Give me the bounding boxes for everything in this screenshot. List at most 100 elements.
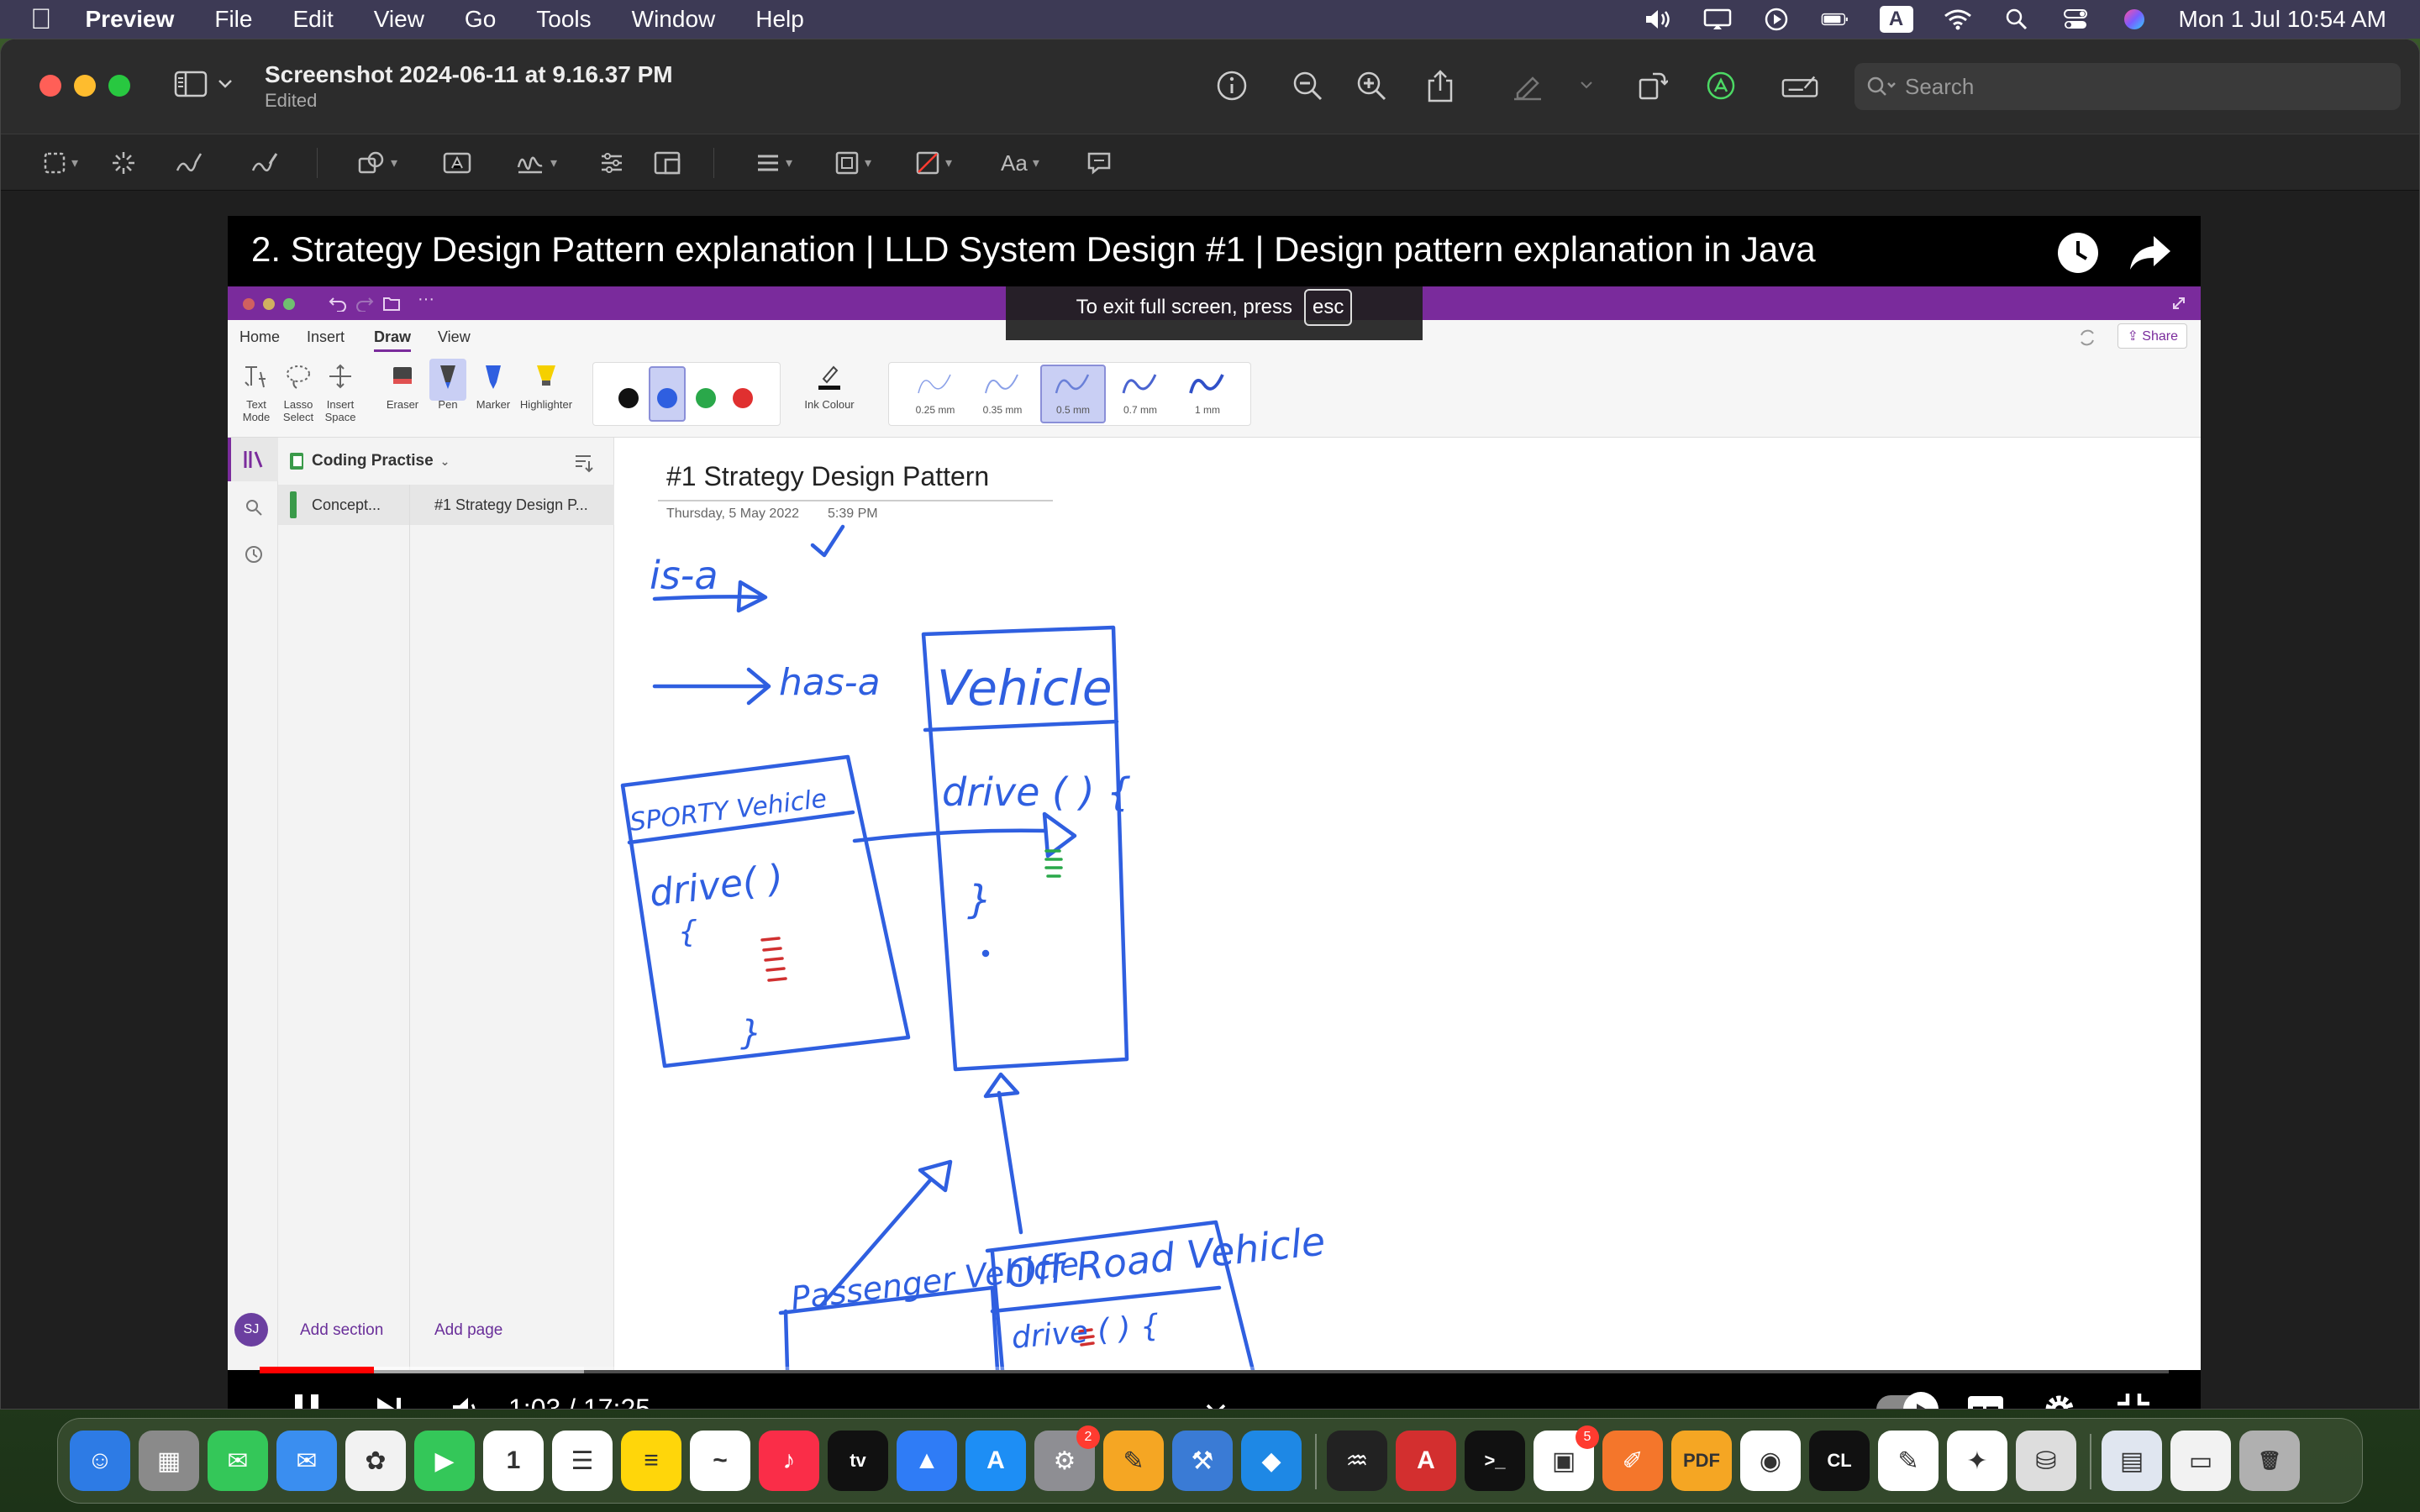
menu-datetime[interactable]: Mon 1 Jul 10:54 AM (2179, 6, 2386, 33)
notebook-picker[interactable]: Coding Practise ⌄ (288, 451, 450, 471)
chevron-down-icon[interactable] (1567, 66, 1606, 105)
spotlight-search-icon[interactable] (2002, 8, 2031, 31)
section-item-concepts[interactable]: Concept... (312, 496, 381, 514)
dock-reminders[interactable]: ☰ (552, 1431, 613, 1491)
search-input[interactable] (1905, 73, 2375, 100)
stroke-1-button[interactable]: 1 mm (1178, 368, 1237, 423)
insert-space-button[interactable]: Insert Space (318, 362, 362, 423)
shapes-button[interactable]: ▾ (357, 146, 397, 180)
dock-pdf-app[interactable]: PDF (1671, 1431, 1732, 1491)
shape-style-button[interactable]: ▾ (755, 146, 792, 180)
progress-bar[interactable] (260, 1367, 2169, 1373)
share-video-button[interactable] (2125, 228, 2175, 278)
video-player[interactable]: 2. Strategy Design Pattern explanation |… (228, 216, 2201, 1409)
onenote-minimize-button[interactable] (263, 298, 275, 310)
dock-colorsync[interactable]: ✦ (1947, 1431, 2007, 1491)
dock-downloads-stack[interactable]: ▭ (2170, 1431, 2231, 1491)
instant-alpha-button[interactable] (110, 146, 137, 180)
dock-vscode[interactable]: ◆ (1241, 1431, 1302, 1491)
document-title[interactable]: Screenshot 2024-06-11 at 9.16.37 PM (265, 61, 673, 88)
sidebar-toggle-button[interactable] (174, 70, 233, 98)
notebooks-icon[interactable] (243, 449, 265, 470)
adjust-size-button[interactable] (653, 146, 681, 180)
dock-disk-utility[interactable]: ⛁ (2016, 1431, 2076, 1491)
stroke-07-button[interactable]: 0.7 mm (1111, 368, 1170, 423)
subtitles-button[interactable] (1962, 1389, 2009, 1409)
now-playing-icon[interactable] (1762, 8, 1791, 31)
marker-button[interactable]: Marker (471, 362, 515, 411)
note-page[interactable]: #1 Strategy Design Pattern Thursday, 5 M… (614, 438, 2201, 1370)
sort-icon[interactable] (572, 453, 594, 473)
dock-facetime[interactable]: ▶ (414, 1431, 475, 1491)
border-color-button[interactable]: ▾ (834, 146, 871, 180)
ink-colour-button[interactable]: Ink Colour (802, 362, 856, 411)
zoom-window-button[interactable] (108, 75, 130, 97)
info-icon[interactable] (1213, 66, 1251, 105)
dock-photos[interactable]: ✿ (345, 1431, 406, 1491)
sketch-tool-button[interactable] (174, 146, 204, 180)
watch-later-button[interactable] (2053, 228, 2103, 278)
dock-clion[interactable]: CL (1809, 1431, 1870, 1491)
pen-button[interactable]: Pen (426, 359, 470, 411)
next-button[interactable] (366, 1389, 413, 1409)
onenote-close-button[interactable] (243, 298, 255, 310)
video-title[interactable]: 2. Strategy Design Pattern explanation |… (251, 229, 1816, 270)
menu-tools[interactable]: Tools (536, 6, 591, 33)
expand-icon[interactable] (2170, 295, 2187, 312)
search-field[interactable] (1854, 63, 2401, 110)
dock-music[interactable]: ♪ (759, 1431, 819, 1491)
onenote-zoom-button[interactable] (283, 298, 295, 310)
minimize-window-button[interactable] (74, 75, 96, 97)
add-page-button[interactable]: Add page (434, 1321, 502, 1340)
eraser-button[interactable]: Eraser (381, 362, 424, 411)
menu-window[interactable]: Window (632, 6, 716, 33)
pause-button[interactable] (283, 1389, 330, 1409)
dock-pages[interactable]: ✎ (1103, 1431, 1164, 1491)
more-icon[interactable]: ··· (418, 290, 434, 309)
tab-home[interactable]: Home (239, 328, 280, 346)
dock-freeform[interactable]: ~ (690, 1431, 750, 1491)
redo-icon[interactable] (355, 295, 374, 312)
dock-shop[interactable]: ▣ 5 (1534, 1425, 1599, 1491)
zoom-in-icon[interactable] (1352, 66, 1391, 105)
dock-terminal[interactable]: >_ (1465, 1431, 1525, 1491)
dock-finder[interactable]: ☺ (70, 1431, 130, 1491)
text-box-button[interactable] (443, 146, 471, 180)
dock-app-store[interactable]: A (965, 1431, 1026, 1491)
close-window-button[interactable] (39, 75, 61, 97)
highlighter-button[interactable]: Highlighter (517, 362, 576, 411)
rotate-icon[interactable] (1633, 66, 1671, 105)
input-source-indicator[interactable]: A (1879, 6, 1913, 33)
annotate-button[interactable] (1086, 146, 1112, 180)
fill-color-button[interactable]: ▾ (915, 146, 952, 180)
lasso-select-button[interactable]: Lasso Select (276, 362, 320, 423)
dock-textedit[interactable]: ✎ (1878, 1431, 1939, 1491)
tab-insert[interactable]: Insert (307, 328, 345, 346)
colour-swatch-blue[interactable] (657, 388, 677, 408)
menu-help[interactable]: Help (755, 6, 804, 33)
search-icon[interactable] (245, 498, 263, 517)
dock-activity-monitor[interactable]: ♒ (1327, 1431, 1387, 1491)
stroke-05-button[interactable]: 0.5 mm (1044, 368, 1102, 423)
dock-mail[interactable]: ✉ (276, 1431, 337, 1491)
page-item-strategy[interactable]: #1 Strategy Design P... (434, 496, 588, 514)
selection-tool-button[interactable]: ▾ (43, 146, 78, 180)
menu-app-name[interactable]: Preview (86, 6, 175, 33)
tab-draw[interactable]: Draw (374, 328, 412, 352)
exit-fullscreen-button[interactable] (2110, 1389, 2157, 1409)
dock-acrobat[interactable]: A (1396, 1431, 1456, 1491)
dock-document-stack[interactable]: ▤ (2102, 1431, 2162, 1491)
tab-view[interactable]: View (438, 328, 471, 346)
dock-trash[interactable]: 🗑 (2239, 1431, 2300, 1491)
settings-button[interactable] (2036, 1389, 2083, 1409)
colour-swatch-black[interactable] (618, 388, 639, 408)
adjust-color-button[interactable] (599, 146, 624, 180)
dock-keynote[interactable]: ▲ (897, 1431, 957, 1491)
dock-calendar[interactable]: 1 (483, 1431, 544, 1491)
dock-sketch[interactable]: ✐ (1602, 1431, 1663, 1491)
dock-xcode[interactable]: ⚒ (1172, 1431, 1233, 1491)
sign-button[interactable]: ▾ (515, 146, 557, 180)
dock-system-settings[interactable]: ⚙ 2 (1034, 1425, 1100, 1491)
sync-icon[interactable] (2078, 328, 2096, 347)
mute-button[interactable] (443, 1389, 490, 1409)
